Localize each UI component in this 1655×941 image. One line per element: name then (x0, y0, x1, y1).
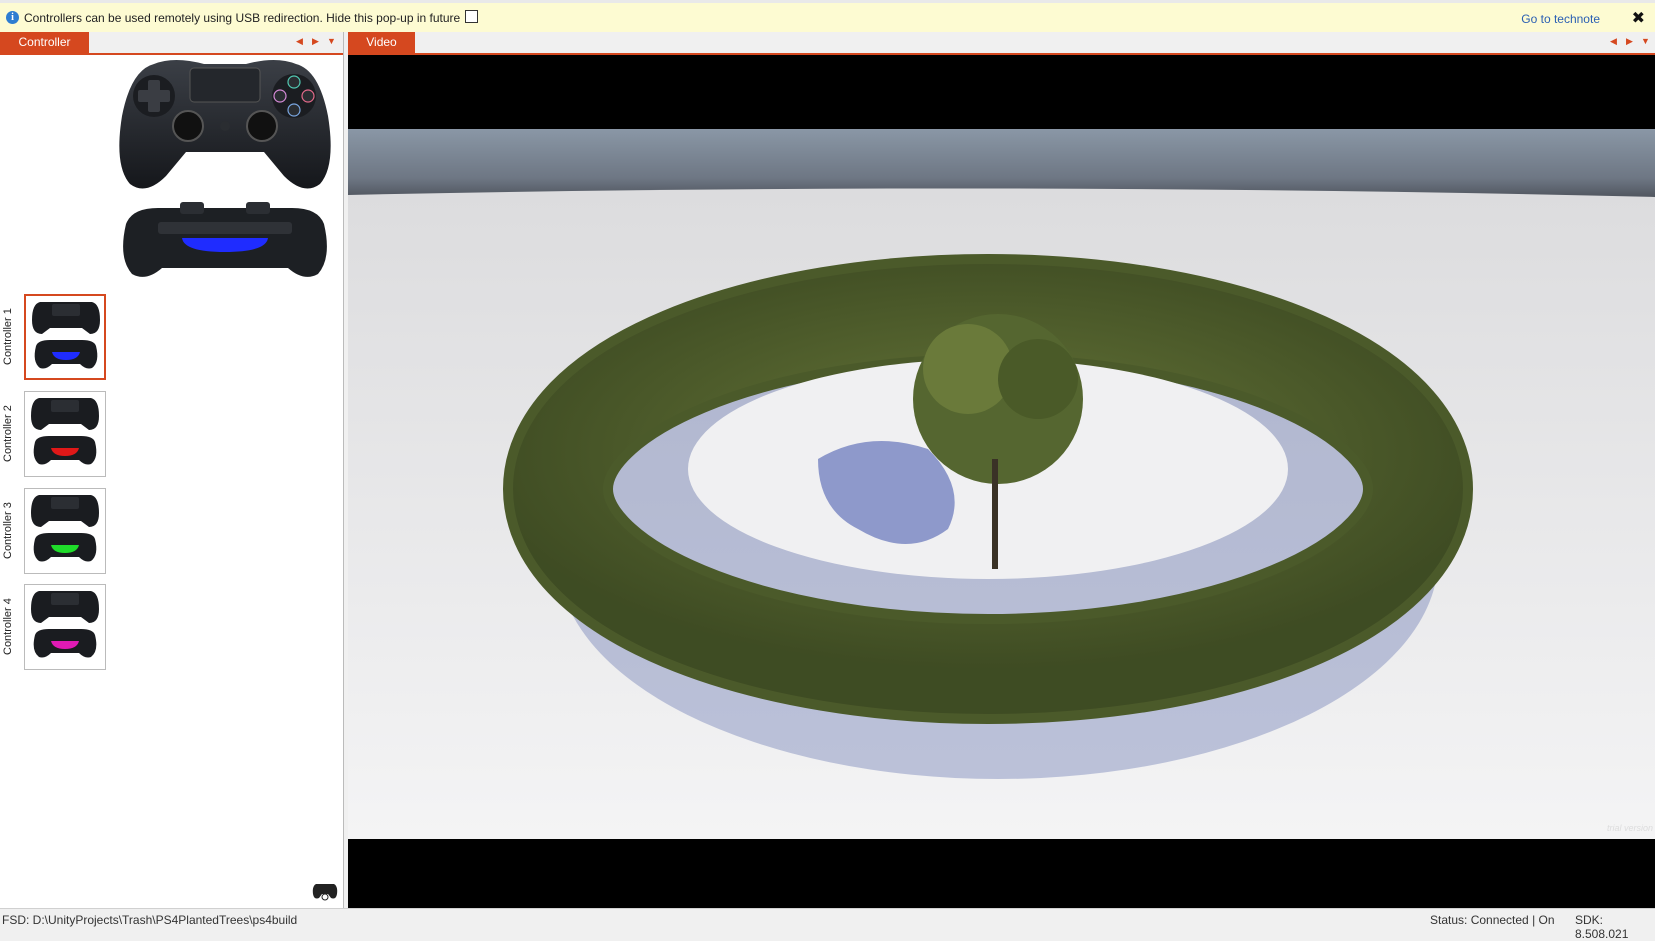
video-tabbar: Video ◀ ▶ ▼ (348, 32, 1655, 55)
controller-2-label: Controller 2 (2, 405, 14, 463)
sdk-version: SDK: 8.508.021 (1575, 913, 1629, 941)
tab-prev-icon[interactable]: ◀ (296, 36, 303, 47)
video-viewport[interactable]: trial version (348, 55, 1655, 908)
tab-controller[interactable]: Controller (0, 32, 89, 53)
tab-next-icon[interactable]: ▶ (312, 36, 319, 47)
controller-1-icon (32, 302, 100, 369)
video-frame-image (348, 129, 1655, 839)
status-bar: FSD: D:\UnityProjects\Trash\PS4PlantedTr… (0, 908, 1655, 941)
watermark: trial version (1606, 823, 1653, 833)
tab-menu-icon[interactable]: ▼ (327, 36, 336, 46)
gamepad-icon[interactable] (312, 880, 338, 902)
controller-1-thumb[interactable] (24, 294, 106, 380)
controller-3-thumb[interactable] (24, 488, 106, 574)
controller-panel: Controller ◀ ▶ ▼ Controller 1 Controller… (0, 32, 344, 908)
connection-status: Status: Connected | On (1430, 913, 1555, 927)
controller-tabbar: Controller ◀ ▶ ▼ (0, 32, 343, 55)
controller-4-label: Controller 4 (2, 598, 14, 656)
video-tab-prev-icon[interactable]: ◀ (1610, 36, 1617, 47)
controller-2-icon (31, 398, 99, 465)
video-panel: Video ◀ ▶ ▼ trial version (348, 32, 1655, 908)
video-tab-next-icon[interactable]: ▶ (1626, 36, 1633, 47)
controller-back-image (123, 202, 327, 277)
controller-4-thumb[interactable] (24, 584, 106, 670)
info-icon: i (6, 11, 19, 24)
notification-bar: i Controllers can be used remotely using… (0, 0, 1655, 32)
fsd-path: FSD: D:\UnityProjects\Trash\PS4PlantedTr… (2, 913, 298, 927)
notification-message: Controllers can be used remotely using U… (24, 11, 461, 25)
video-tab-menu-icon[interactable]: ▼ (1641, 36, 1650, 46)
controller-4-icon (31, 591, 99, 658)
tab-video[interactable]: Video (348, 32, 415, 53)
hide-popup-checkbox[interactable] (465, 10, 478, 23)
controller-1-label: Controller 1 (2, 308, 14, 366)
controller-front-image (119, 60, 331, 189)
controller-3-icon (31, 495, 99, 562)
close-icon[interactable]: ✖ (1632, 8, 1645, 27)
go-to-technote-link[interactable]: Go to technote (1521, 12, 1600, 26)
controller-2-thumb[interactable] (24, 391, 106, 477)
controller-3-label: Controller 3 (2, 502, 14, 560)
